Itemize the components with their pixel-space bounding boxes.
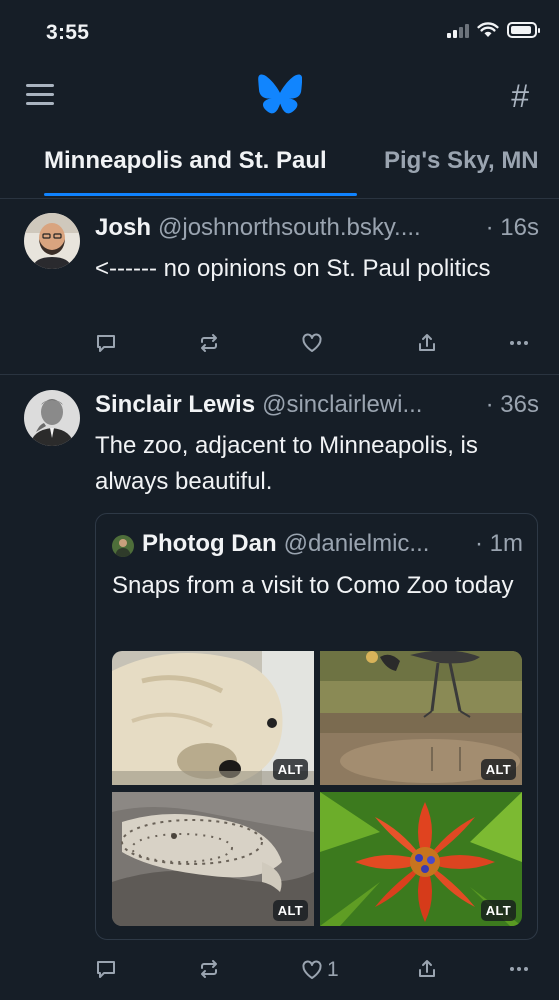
image-snow-leopard[interactable]: ALT <box>112 792 314 926</box>
feed-post[interactable]: Sinclair Lewis @sinclairlewi... · 36s Th… <box>0 376 559 1000</box>
menu-button[interactable] <box>26 82 56 108</box>
status-bar: 3:55 <box>0 0 559 64</box>
active-tab-indicator <box>44 193 357 196</box>
feeds-hashtag-button[interactable]: # <box>511 78 529 115</box>
more-options-button[interactable] <box>508 332 530 354</box>
alt-text-badge[interactable]: ALT <box>480 759 516 780</box>
repost-button[interactable] <box>198 958 220 980</box>
image-crowned-crane[interactable]: ALT <box>320 651 522 785</box>
feed-tabs: g Minneapolis and St. Paul Pig's Sky, MN <box>0 128 559 199</box>
tab-previous-feed[interactable]: g <box>0 147 1 175</box>
reply-button[interactable] <box>95 958 117 980</box>
tab-pigs-sky[interactable]: Pig's Sky, MN <box>384 147 539 175</box>
like-button[interactable]: 1 <box>301 958 339 982</box>
speech-bubble-icon <box>97 961 115 978</box>
post-actions: 1 <box>95 958 535 988</box>
image-grid: ALT ALT ALT ALT <box>112 651 522 926</box>
quoted-post[interactable]: Photog Dan @danielmic... · 1m Snaps from… <box>95 513 538 940</box>
speech-bubble-icon <box>97 335 115 352</box>
alt-text-badge[interactable]: ALT <box>480 900 516 921</box>
post-timestamp[interactable]: · 36s <box>486 391 539 419</box>
author-handle[interactable]: @joshnorthsouth.bsky.... <box>158 214 480 242</box>
heart-icon <box>302 960 322 979</box>
author-name[interactable]: Josh <box>95 214 151 242</box>
image-polar-bear[interactable]: ALT <box>112 651 314 785</box>
status-time: 3:55 <box>46 21 90 44</box>
cellular-signal-icon <box>447 22 469 38</box>
share-upload-icon <box>419 334 435 351</box>
hamburger-icon <box>26 84 54 87</box>
quoted-avatar[interactable] <box>112 535 134 557</box>
battery-icon <box>507 22 540 38</box>
repost-arrows-icon <box>201 960 217 978</box>
top-bar: # <box>0 64 559 128</box>
ellipsis-icon <box>510 341 528 345</box>
status-icons <box>447 22 540 38</box>
reply-button[interactable] <box>95 332 117 354</box>
alt-text-badge[interactable]: ALT <box>272 900 308 921</box>
share-button[interactable] <box>416 958 438 980</box>
post-text: The zoo, adjacent to Minneapolis, is alw… <box>95 432 478 495</box>
hashtag-icon: # <box>511 78 529 114</box>
repost-arrows-icon <box>201 334 217 352</box>
like-count: 1 <box>327 958 339 981</box>
post-timestamp[interactable]: · 16s <box>486 214 539 242</box>
share-button[interactable] <box>416 332 438 354</box>
post-header: Sinclair Lewis @sinclairlewi... · 36s <box>95 391 539 419</box>
more-options-button[interactable] <box>508 958 530 980</box>
quoted-post-timestamp[interactable]: · 1m <box>475 530 523 558</box>
alt-text-badge[interactable]: ALT <box>272 759 308 780</box>
avatar[interactable] <box>24 390 80 446</box>
post-header: Josh @joshnorthsouth.bsky.... · 16s <box>95 214 539 242</box>
heart-icon <box>302 333 322 352</box>
quoted-post-text: Snaps from a visit to Como Zoo today <box>112 572 514 599</box>
tab-minneapolis-st-paul[interactable]: Minneapolis and St. Paul <box>44 147 327 175</box>
post-text: <------ no opinions on St. Paul politics <box>95 255 491 282</box>
avatar[interactable] <box>24 213 80 269</box>
feed-post[interactable]: Josh @joshnorthsouth.bsky.... · 16s <---… <box>0 199 559 375</box>
wifi-icon <box>477 22 499 37</box>
share-upload-icon <box>419 960 435 977</box>
post-actions <box>95 332 535 362</box>
ellipsis-icon <box>510 967 528 971</box>
quoted-author-handle[interactable]: @danielmic... <box>284 530 469 558</box>
quoted-post-header: Photog Dan @danielmic... · 1m <box>142 530 523 558</box>
image-bromeliad-flower[interactable]: ALT <box>320 792 522 926</box>
author-name[interactable]: Sinclair Lewis <box>95 391 255 419</box>
quoted-author-name[interactable]: Photog Dan <box>142 530 277 558</box>
like-button[interactable] <box>301 332 323 354</box>
author-handle[interactable]: @sinclairlewi... <box>262 391 480 419</box>
butterfly-icon <box>258 74 302 114</box>
repost-button[interactable] <box>198 332 220 354</box>
